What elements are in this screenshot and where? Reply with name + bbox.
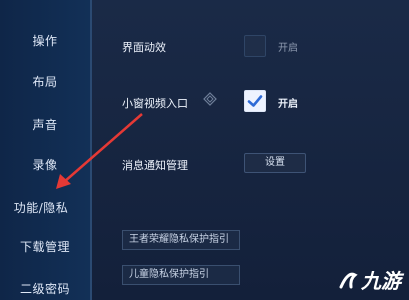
jiuyou-watermark: 九游	[337, 265, 401, 294]
watermark-text: 九游	[361, 269, 401, 293]
jiuyou-logo-icon	[339, 272, 358, 288]
red-arrow-annotation	[56, 113, 143, 189]
